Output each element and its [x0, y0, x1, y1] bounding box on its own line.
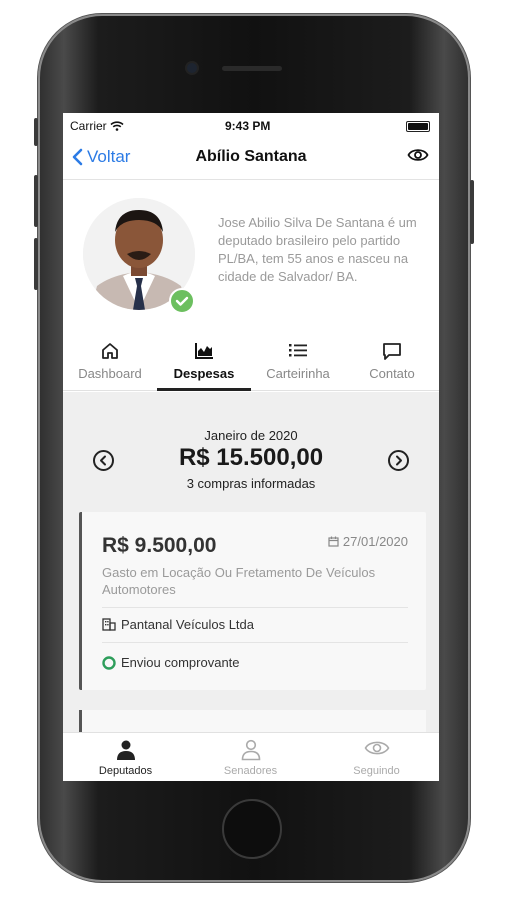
battery-icon: [406, 121, 430, 132]
power-button: [470, 180, 474, 244]
volume-down-button: [34, 238, 38, 290]
home-button[interactable]: [222, 799, 282, 859]
tab-deputados[interactable]: Deputados: [63, 733, 188, 781]
eye-icon: [364, 741, 389, 755]
chart-icon: [195, 343, 213, 359]
expenses-content: Janeiro de 2020 R$ 15.500,00 3 compras i…: [63, 392, 439, 750]
app-screen: Carrier 9:43 PM Voltar Abílio Santana Jo…: [63, 113, 439, 781]
tab-label: Senadores: [223, 765, 278, 777]
tab-carteirinha[interactable]: Carteirinha: [251, 338, 345, 390]
tab-label: Deputados: [98, 765, 153, 777]
wifi-icon: [110, 121, 124, 131]
tab-despesas[interactable]: Despesas: [157, 338, 251, 391]
tab-dashboard[interactable]: Dashboard: [63, 338, 157, 390]
period-label: Janeiro de 2020: [204, 428, 298, 443]
circle-status-icon: [102, 655, 116, 670]
expense-company: Pantanal Veículos Ltda: [102, 617, 254, 632]
volume-up-button: [34, 175, 38, 227]
list-icon: [289, 344, 307, 357]
period-total: R$ 15.500,00: [178, 444, 324, 471]
expense-amount: R$ 9.500,00: [102, 534, 217, 557]
tab-label: Dashboard: [78, 366, 142, 381]
eye-icon: [407, 149, 429, 161]
receipt-status: Enviou comprovante: [102, 655, 240, 670]
page-title: Abílio Santana: [195, 148, 307, 165]
earpiece-speaker: [222, 66, 282, 71]
tab-senadores[interactable]: Senadores: [188, 733, 313, 781]
tab-label: Despesas: [173, 366, 235, 381]
bottom-tab-bar: Deputados Senadores Seguindo: [63, 732, 439, 781]
tab-label: Carteirinha: [266, 366, 330, 381]
divider: [102, 642, 408, 643]
person-outline-icon: [241, 739, 260, 761]
person-icon: [116, 740, 135, 760]
tab-seguindo[interactable]: Seguindo: [314, 733, 439, 781]
follow-button[interactable]: [407, 147, 429, 168]
calendar-icon: [328, 536, 339, 547]
message-icon: [383, 343, 401, 360]
tab-contato[interactable]: Contato: [345, 338, 439, 390]
section-tabs: Dashboard Despesas Carteirinha Contato: [63, 338, 439, 391]
check-icon: [175, 296, 189, 306]
status-bar: Carrier 9:43 PM: [63, 113, 439, 137]
profile-bio: Jose Abilio Silva De Santana é um deputa…: [218, 215, 417, 284]
divider: [102, 607, 408, 608]
verified-badge: [169, 288, 195, 314]
front-camera: [187, 63, 197, 73]
tab-label: Seguindo: [353, 765, 400, 777]
building-icon: [102, 618, 116, 631]
purchase-count: 3 compras informadas: [186, 476, 316, 491]
profile-header: Jose Abilio Silva De Santana é um deputa…: [63, 180, 439, 324]
carrier-label: Carrier: [70, 119, 124, 133]
expense-description: Gasto em Locação Ou Fretamento De Veícul…: [102, 565, 376, 597]
navigation-bar: Voltar Abílio Santana: [63, 137, 439, 180]
mute-switch: [34, 118, 38, 146]
tab-label: Contato: [369, 366, 415, 381]
status-time: 9:43 PM: [225, 119, 271, 133]
expense-date: 27/01/2020: [328, 534, 408, 549]
expense-card[interactable]: R$ 9.500,00 27/01/2020 Gasto em Locação …: [79, 512, 426, 690]
home-icon: [102, 343, 118, 359]
